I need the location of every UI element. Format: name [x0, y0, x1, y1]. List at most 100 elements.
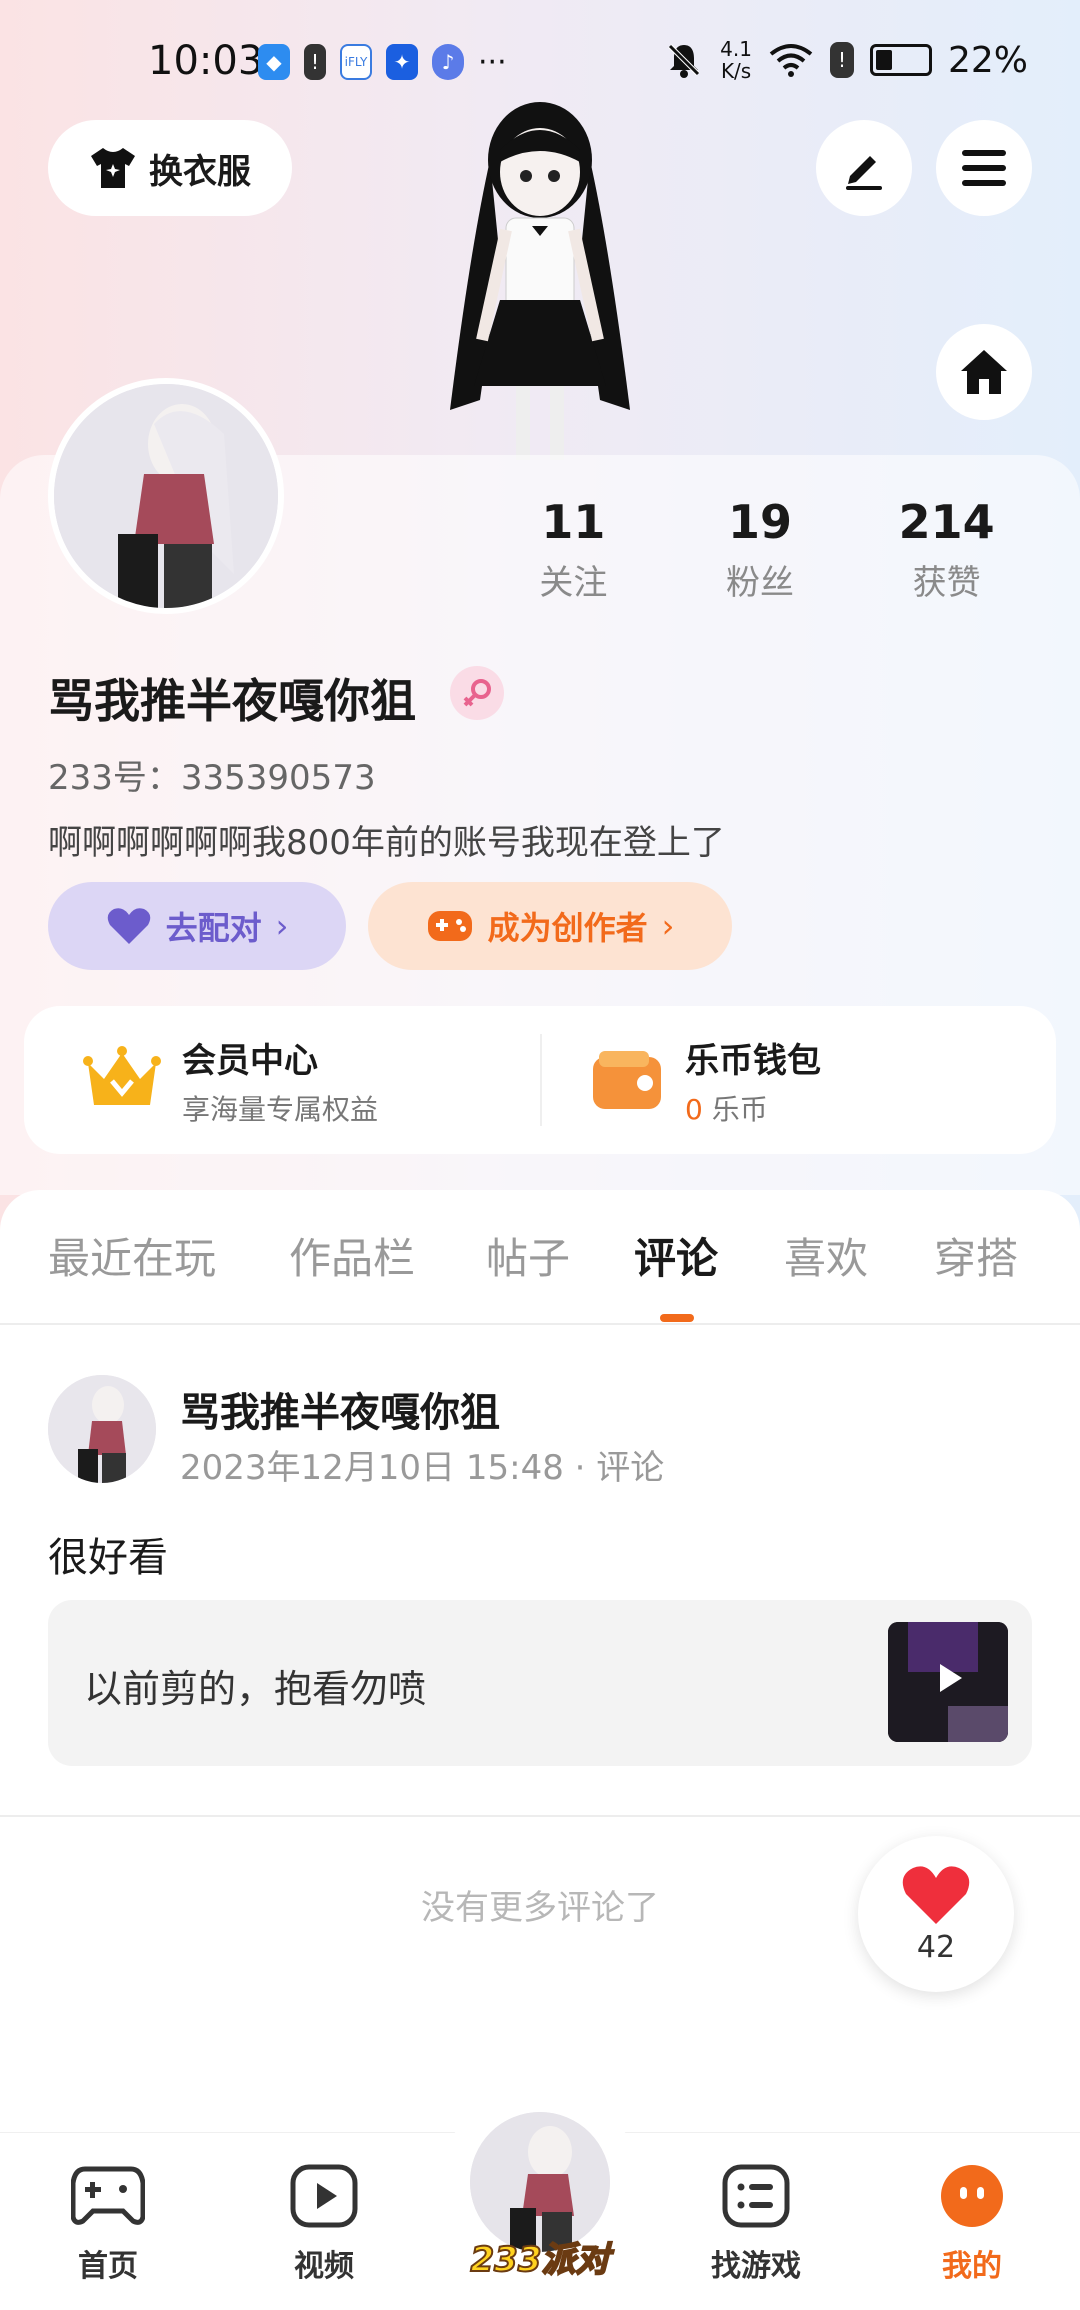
- gamepad-icon: [70, 2166, 146, 2225]
- profile-avatar[interactable]: [48, 378, 284, 614]
- profile-tabs: 最近在玩 作品栏 帖子 评论 喜欢 穿搭: [0, 1225, 1080, 1325]
- list-icon: [722, 2164, 790, 2228]
- comment-text: 很好看: [48, 1535, 168, 1581]
- coin-balance: 0 乐币: [685, 1088, 821, 1128]
- pen-icon: [846, 156, 882, 190]
- net-speed-unit: K/s: [720, 59, 752, 83]
- wallet-icon: [593, 1051, 661, 1109]
- nav-video[interactable]: 视频: [254, 2163, 394, 2285]
- quoted-post-text: 以前剪的，抱看勿喷: [84, 1667, 427, 1711]
- nav-center-label[interactable]: 233派对: [450, 2232, 630, 2281]
- home-scene-button[interactable]: [936, 324, 1032, 420]
- match-button[interactable]: 去配对 ›: [48, 882, 346, 970]
- sim-alert-icon: !: [829, 42, 854, 78]
- quoted-post[interactable]: 以前剪的，抱看勿喷: [48, 1600, 1032, 1766]
- alert-icon: !: [304, 44, 326, 80]
- nav-video-label: 视频: [294, 2249, 354, 2284]
- music-icon: ♪: [432, 44, 464, 80]
- like-count: 42: [916, 1929, 956, 1965]
- stat-followers-label: 粉丝: [726, 563, 794, 603]
- comment-avatar[interactable]: [48, 1375, 156, 1483]
- tab-works[interactable]: 作品栏: [289, 1225, 415, 1286]
- tab-posts[interactable]: 帖子: [486, 1225, 570, 1286]
- tab-likes[interactable]: 喜欢: [784, 1225, 868, 1286]
- gamepad-icon: [427, 911, 472, 941]
- tshirt-icon: [91, 148, 135, 188]
- heart-icon: [107, 908, 150, 944]
- house-icon: [961, 350, 1007, 394]
- avatar-figure[interactable]: [430, 100, 650, 460]
- heart-icon: [902, 1865, 970, 1924]
- crown-icon: [83, 1046, 161, 1105]
- comment-author[interactable]: 骂我推半夜嘎你狙: [180, 1380, 500, 1438]
- list-separator: [0, 1815, 1080, 1817]
- ifly-icon: iFLY: [340, 44, 372, 80]
- status-bar: 10:03 ◆ ! iFLY ✦ ♪ ··· 4.1 K/s ! 22%: [0, 30, 1080, 100]
- change-outfit-button[interactable]: 换衣服: [48, 120, 292, 216]
- tabs-divider: [0, 1323, 1080, 1325]
- chevron-right-icon: ›: [275, 907, 289, 945]
- edit-button[interactable]: [816, 120, 912, 216]
- profile-stats: 11 关注 19 粉丝 214 获赞: [480, 495, 1040, 604]
- match-label: 去配对: [165, 909, 262, 947]
- avatar-image: [54, 384, 278, 608]
- nav-home-label: 首页: [78, 2249, 138, 2284]
- wifi-icon: [769, 44, 813, 77]
- battery-icon: [869, 44, 932, 76]
- nav-mine[interactable]: 我的: [902, 2163, 1042, 2285]
- menu-button[interactable]: [936, 120, 1032, 216]
- change-outfit-label: 换衣服: [149, 151, 251, 192]
- nav-find-game-label: 找游戏: [711, 2249, 801, 2284]
- net-speed-value: 4.1: [720, 37, 752, 61]
- video-play-icon: [290, 2164, 358, 2228]
- notification-icons: ◆ ! iFLY ✦ ♪ ···: [258, 44, 507, 80]
- stat-likes[interactable]: 214 获赞: [853, 495, 1040, 604]
- mine-face-icon: [941, 2165, 1003, 2227]
- stat-likes-value: 214: [898, 495, 995, 549]
- coin-unit: 乐币: [711, 1092, 768, 1126]
- avatar-image: [470, 2112, 610, 2252]
- become-creator-button[interactable]: 成为创作者 ›: [368, 882, 732, 970]
- hamburger-icon: [962, 150, 1006, 186]
- battery-percent: 22%: [947, 39, 1028, 81]
- nav-find-game[interactable]: 找游戏: [686, 2163, 826, 2285]
- nav-home[interactable]: 首页: [38, 2163, 178, 2285]
- stat-followers[interactable]: 19 粉丝: [667, 495, 854, 604]
- stat-following-label: 关注: [539, 563, 608, 603]
- status-right: 4.1 K/s ! 22%: [664, 38, 1028, 82]
- quoted-video-thumbnail: [888, 1622, 1008, 1742]
- wallet-divider: [540, 1034, 542, 1126]
- coin-count: 0: [685, 1092, 703, 1126]
- comment-meta: 2023年12月10日 15:48 · 评论: [180, 1448, 665, 1488]
- active-tab-indicator: [660, 1314, 694, 1322]
- stat-likes-label: 获赞: [912, 563, 981, 603]
- stat-followers-value: 19: [728, 495, 793, 549]
- stat-following[interactable]: 11 关注: [480, 495, 667, 604]
- vip-title: 会员中心: [182, 1040, 318, 1081]
- shield-icon: ◆: [258, 44, 290, 80]
- tab-recently-played[interactable]: 最近在玩: [48, 1225, 216, 1286]
- stat-following-value: 11: [541, 495, 606, 549]
- net-speed: 4.1 K/s: [720, 38, 752, 82]
- avatar-image: [48, 1375, 156, 1483]
- membership-wallet-card: 会员中心 享海量专属权益 乐币钱包 0 乐币: [24, 1006, 1056, 1154]
- creator-label: 成为创作者: [487, 909, 648, 947]
- tab-comments[interactable]: 评论: [634, 1225, 718, 1286]
- bulb-icon: ✦: [386, 44, 418, 80]
- profile-nickname: 骂我推半夜嘎你狙: [48, 674, 416, 728]
- vip-subtitle: 享海量专属权益: [182, 1092, 379, 1126]
- chevron-right-icon: ›: [661, 907, 675, 945]
- profile-uid[interactable]: 233号：335390573: [48, 750, 376, 799]
- nav-mine-label: 我的: [942, 2249, 1002, 2284]
- coin-wallet[interactable]: 乐币钱包 0 乐币: [589, 1006, 821, 1154]
- like-button[interactable]: 42: [858, 1836, 1014, 1992]
- profile-bio: 啊啊啊啊啊啊我800年前的账号我现在登上了: [48, 823, 725, 863]
- mute-bell-icon: [668, 44, 700, 78]
- status-time: 10:03: [148, 38, 264, 84]
- nav-center-avatar[interactable]: [470, 2112, 610, 2252]
- coin-title: 乐币钱包: [685, 1040, 821, 1081]
- female-gender-icon: [450, 666, 504, 720]
- more-notifications: ···: [478, 44, 507, 80]
- tab-outfits[interactable]: 穿搭: [934, 1225, 1018, 1286]
- vip-center[interactable]: 会员中心 享海量专属权益: [82, 1006, 378, 1154]
